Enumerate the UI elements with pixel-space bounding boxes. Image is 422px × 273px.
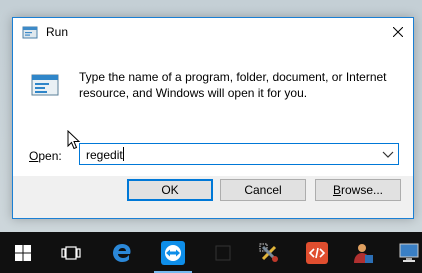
open-label: Open: [29, 149, 62, 163]
tools-icon [259, 243, 278, 262]
user-app-icon [354, 243, 373, 263]
run-icon [22, 26, 38, 39]
start-button[interactable] [0, 232, 46, 273]
run-dialog-icon [31, 74, 59, 96]
windows-start-icon [15, 244, 31, 261]
run-dialog: Run Type the name of a program, folder, … [12, 17, 414, 219]
task-view-button[interactable] [48, 232, 94, 273]
open-label-text: pen: [38, 149, 62, 163]
app-icon [215, 245, 231, 260]
taskbar-edge[interactable] [99, 232, 145, 273]
task-view-icon [61, 245, 81, 260]
dialog-footer: OK Cancel Browse... [13, 176, 413, 218]
chevron-down-icon[interactable] [382, 149, 394, 159]
close-button[interactable] [383, 18, 413, 46]
teamviewer-icon [161, 240, 185, 265]
cancel-button[interactable]: Cancel [220, 179, 306, 201]
open-combobox[interactable]: regedit [79, 143, 399, 165]
desktop: Run Type the name of a program, folder, … [0, 0, 422, 273]
open-label-accelerator: O [29, 149, 39, 163]
mouse-cursor-icon [67, 130, 81, 150]
title-bar[interactable]: Run [13, 18, 413, 46]
text-caret [122, 147, 124, 161]
open-input-value: regedit [86, 148, 123, 162]
code-app-icon [306, 241, 328, 264]
taskbar-tools[interactable] [246, 232, 292, 273]
taskbar [0, 232, 422, 273]
taskbar-teamviewer[interactable] [150, 232, 196, 273]
browse-accelerator: B [332, 183, 341, 197]
dialog-message: Type the name of a program, folder, docu… [79, 70, 387, 100]
taskbar-app[interactable] [200, 232, 246, 273]
edge-browser-icon [113, 243, 131, 262]
ok-button[interactable]: OK [127, 179, 213, 201]
taskbar-computer-app[interactable] [386, 232, 422, 273]
taskbar-code-app[interactable] [294, 232, 340, 273]
browse-label: rowse... [341, 183, 384, 197]
dialog-body: Type the name of a program, folder, docu… [13, 46, 413, 176]
taskbar-user-app[interactable] [340, 232, 386, 273]
open-input[interactable]: regedit [86, 147, 124, 162]
computer-app-icon [399, 243, 419, 262]
browse-button[interactable]: Browse... [315, 179, 401, 201]
window-title: Run [46, 25, 69, 39]
close-icon [393, 27, 403, 37]
